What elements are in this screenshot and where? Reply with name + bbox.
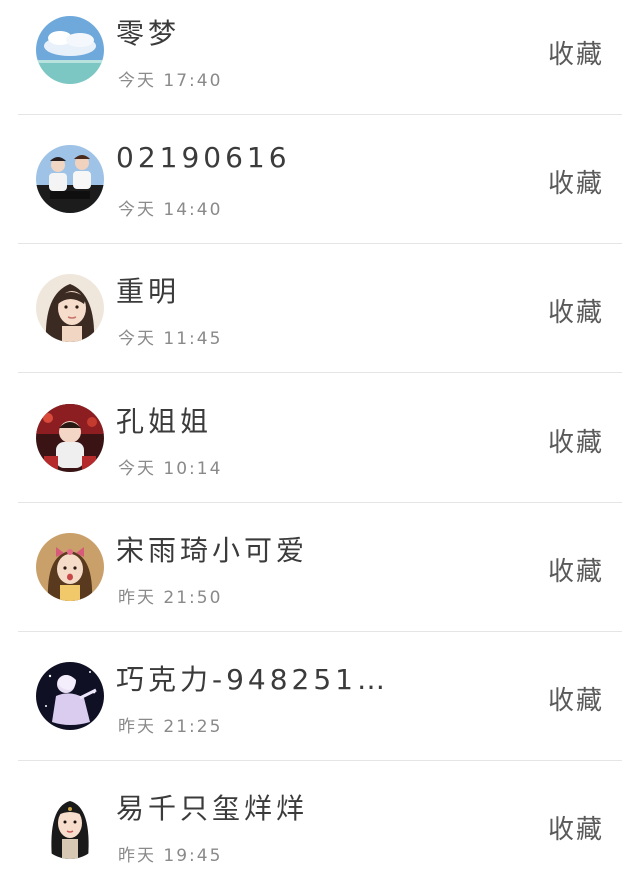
message-time: 昨天 21:50: [118, 588, 223, 608]
contact-name: 零梦: [116, 17, 181, 50]
message-time: 今天 10:14: [118, 459, 223, 479]
message-time: 昨天 21:25: [118, 717, 223, 737]
favorite-button[interactable]: 收藏: [548, 292, 604, 329]
avatar[interactable]: [36, 145, 104, 213]
favorite-button[interactable]: 收藏: [548, 163, 604, 200]
message-time: 今天 17:40: [118, 71, 223, 91]
message-time: 今天 11:45: [118, 329, 223, 349]
list-item[interactable]: 重明 今天 11:45 收藏: [0, 244, 640, 373]
woman-portrait-avatar-icon: [36, 274, 104, 342]
avatar[interactable]: [36, 533, 104, 601]
favorite-button[interactable]: 收藏: [548, 34, 604, 71]
two-people-avatar-icon: [36, 145, 104, 213]
list-item[interactable]: 02190616 今天 14:40 收藏: [0, 115, 640, 244]
list-item[interactable]: 零梦 今天 17:40 收藏: [0, 0, 640, 115]
list-item[interactable]: 易千只玺烊烊 昨天 19:45 收藏: [0, 761, 640, 890]
contact-name: 易千只玺烊烊: [116, 792, 309, 825]
divider: [18, 372, 622, 373]
contact-name: 重明: [116, 275, 181, 308]
contact-name: 宋雨琦小可爱: [116, 534, 309, 567]
favorite-button[interactable]: 收藏: [548, 422, 604, 459]
list-item[interactable]: 孔姐姐 今天 10:14 收藏: [0, 374, 640, 503]
illustrated-girl-avatar-icon: [36, 791, 104, 859]
favorite-button[interactable]: 收藏: [548, 551, 604, 588]
avatar[interactable]: [36, 662, 104, 730]
anime-figure-avatar-icon: [36, 662, 104, 730]
favorite-button[interactable]: 收藏: [548, 809, 604, 846]
sky-sea-avatar-icon: [36, 16, 104, 84]
avatar[interactable]: [36, 791, 104, 859]
contact-list: 零梦 今天 17:40 收藏 02190616 今天 14:40 收藏 重明 今…: [0, 0, 640, 890]
list-item[interactable]: 宋雨琦小可爱 昨天 21:50 收藏: [0, 503, 640, 632]
avatar[interactable]: [36, 16, 104, 84]
contact-name: 孔姐姐: [116, 405, 213, 438]
message-time: 今天 14:40: [118, 200, 223, 220]
child-avatar-icon: [36, 404, 104, 472]
avatar[interactable]: [36, 404, 104, 472]
girl-with-bow-avatar-icon: [36, 533, 104, 601]
contact-name: 02190616: [116, 141, 291, 174]
list-item[interactable]: 巧克力-948251… 昨天 21:25 收藏: [0, 632, 640, 761]
message-time: 昨天 19:45: [118, 846, 223, 866]
avatar[interactable]: [36, 274, 104, 342]
contact-name: 巧克力-948251…: [116, 663, 389, 696]
favorite-button[interactable]: 收藏: [548, 680, 604, 717]
